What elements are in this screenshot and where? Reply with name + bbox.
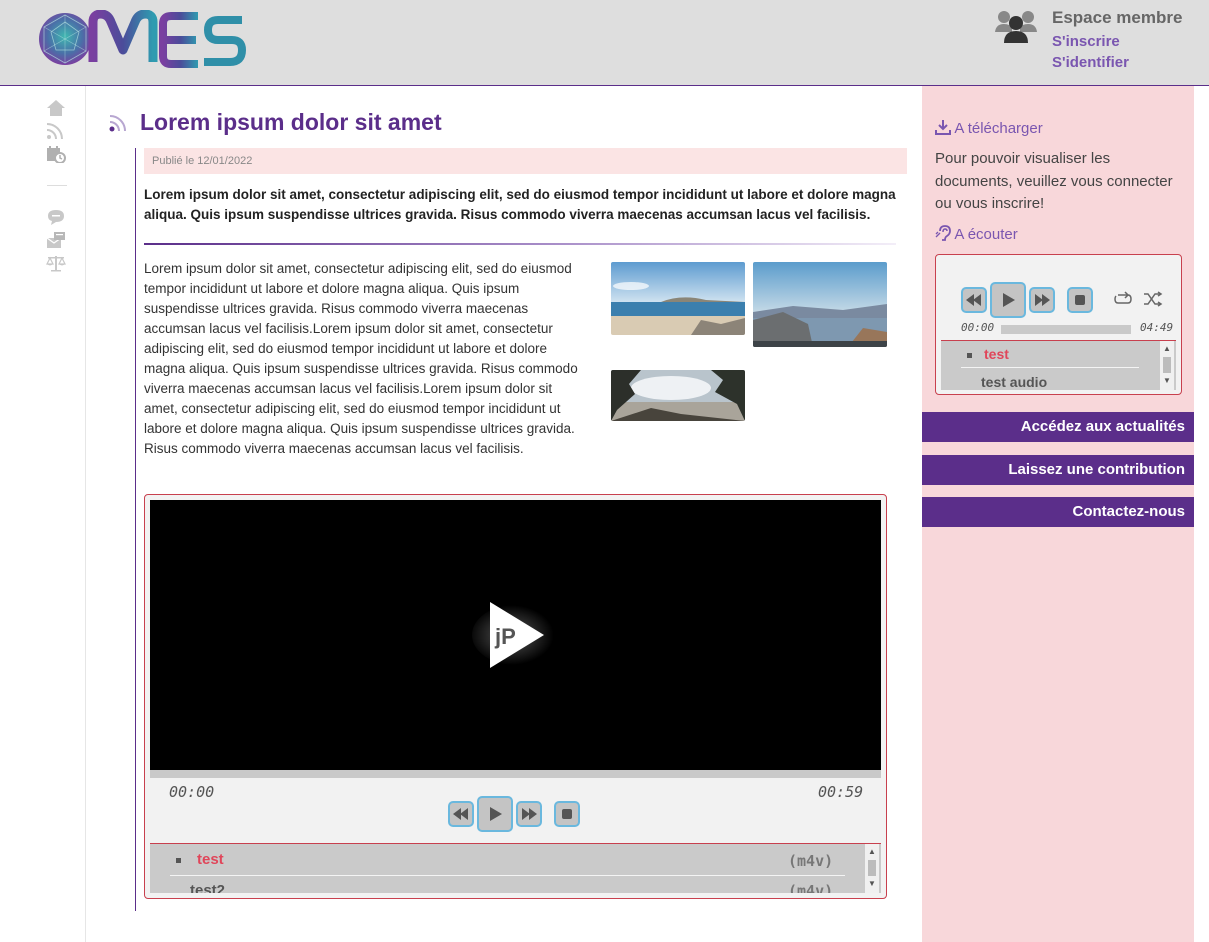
download-label: A télécharger: [954, 120, 1043, 137]
scroll-up-icon[interactable]: ▲: [868, 848, 876, 856]
calendar-clock-icon[interactable]: [46, 145, 66, 163]
article-left-rule: [135, 148, 136, 911]
audio-playlist-item-active[interactable]: test: [984, 346, 1009, 362]
video-playlist-item[interactable]: test2: [190, 882, 225, 893]
right-sidebar: A télécharger Pour pouvoir visualiser le…: [922, 86, 1194, 942]
video-current-time: 00:00: [169, 783, 215, 801]
jplayer-logo: jP: [494, 624, 516, 649]
gallery-image-trees[interactable]: [611, 370, 745, 421]
rss-icon[interactable]: [46, 122, 66, 140]
audio-duration: 04:49: [1140, 321, 1174, 334]
repeat-icon[interactable]: [1113, 291, 1133, 307]
site-header: Espace membre S'inscrire S'identifier: [0, 0, 1209, 86]
shuffle-icon[interactable]: [1143, 291, 1163, 307]
hearing-icon: [935, 225, 951, 241]
audio-playlist-scrollbar[interactable]: ▲ ▼: [1160, 341, 1174, 390]
gallery-image-coast[interactable]: [753, 262, 887, 347]
article-lead: Lorem ipsum dolor sit amet, consectetur …: [144, 187, 896, 222]
audio-forward-button[interactable]: [1029, 287, 1055, 313]
bullet-icon: [967, 353, 972, 358]
video-play-button[interactable]: [477, 796, 513, 832]
scroll-down-icon[interactable]: ▼: [868, 880, 876, 888]
audio-stop-button[interactable]: [1067, 287, 1093, 313]
download-link[interactable]: A télécharger: [935, 119, 1043, 137]
bullet-icon: [176, 858, 181, 863]
site-logo[interactable]: [38, 9, 248, 70]
mail-inbox-icon[interactable]: [46, 231, 66, 249]
audio-player: 00:00 04:49 test test audio ▲ ▼: [935, 254, 1182, 395]
login-notice: Pour pouvoir visualiser les documents, v…: [935, 150, 1173, 212]
register-link[interactable]: S'inscrire: [1052, 33, 1120, 50]
audio-playlist: test test audio ▲ ▼: [941, 340, 1176, 390]
article-divider: [144, 243, 896, 245]
publish-date: Publié le 12/01/2022: [144, 148, 907, 174]
play-video-icon[interactable]: jP: [472, 596, 558, 674]
gallery-image-beach[interactable]: [611, 262, 745, 335]
scrollbar-thumb[interactable]: [1163, 357, 1171, 373]
video-stop-button[interactable]: [554, 801, 580, 827]
news-button[interactable]: Accédez aux actualités: [922, 412, 1194, 442]
audio-current-time: 00:00: [961, 321, 995, 334]
video-player: jP 00:00 00:59 test (m4v) test2 (m4v) ▲: [144, 494, 887, 899]
contact-button[interactable]: Contactez-nous: [922, 497, 1194, 527]
home-icon[interactable]: [46, 99, 66, 117]
download-icon: [935, 120, 951, 135]
video-playlist: test (m4v) test2 (m4v) ▲ ▼: [150, 843, 881, 893]
listen-label: A écouter: [954, 226, 1018, 243]
video-forward-button[interactable]: [516, 801, 542, 827]
scroll-down-icon[interactable]: ▼: [1163, 377, 1171, 385]
video-playlist-scrollbar[interactable]: ▲ ▼: [865, 844, 879, 893]
nav-separator: [47, 185, 67, 186]
scroll-up-icon[interactable]: ▲: [1163, 345, 1171, 353]
playlist-separator: [170, 875, 845, 876]
audio-rewind-button[interactable]: [961, 287, 987, 313]
login-link[interactable]: S'identifier: [1052, 54, 1129, 71]
video-duration: 00:59: [818, 783, 864, 801]
article-title: Lorem ipsum dolor sit amet: [140, 109, 442, 135]
listen-link[interactable]: A écouter: [935, 225, 1018, 243]
balance-scale-icon[interactable]: [46, 254, 66, 272]
member-area: Espace membre S'inscrire S'identifier: [994, 6, 1204, 76]
video-rewind-button[interactable]: [448, 801, 474, 827]
audio-play-button[interactable]: [990, 282, 1026, 318]
contribute-button[interactable]: Laissez une contribution: [922, 455, 1194, 485]
left-nav: [0, 86, 86, 942]
comment-icon[interactable]: [46, 208, 66, 226]
video-playlist-item-format: (m4v): [788, 882, 834, 893]
video-playlist-item-active[interactable]: test: [197, 851, 224, 868]
video-progress-bar[interactable]: [150, 770, 881, 778]
scrollbar-thumb[interactable]: [868, 860, 876, 876]
rss-icon: [109, 115, 126, 132]
article-body: Lorem ipsum dolor sit amet, consectetur …: [144, 261, 578, 456]
users-icon: [995, 11, 1037, 43]
article-main: Lorem ipsum dolor sit amet Publié le 12/…: [86, 86, 922, 942]
member-area-title: Espace membre: [1052, 8, 1183, 27]
video-screen[interactable]: jP: [150, 500, 881, 770]
video-playlist-item-format: (m4v): [788, 852, 834, 870]
audio-playlist-item[interactable]: test audio: [981, 374, 1047, 390]
audio-progress-bar[interactable]: [1001, 325, 1131, 334]
playlist-separator: [961, 367, 1139, 368]
